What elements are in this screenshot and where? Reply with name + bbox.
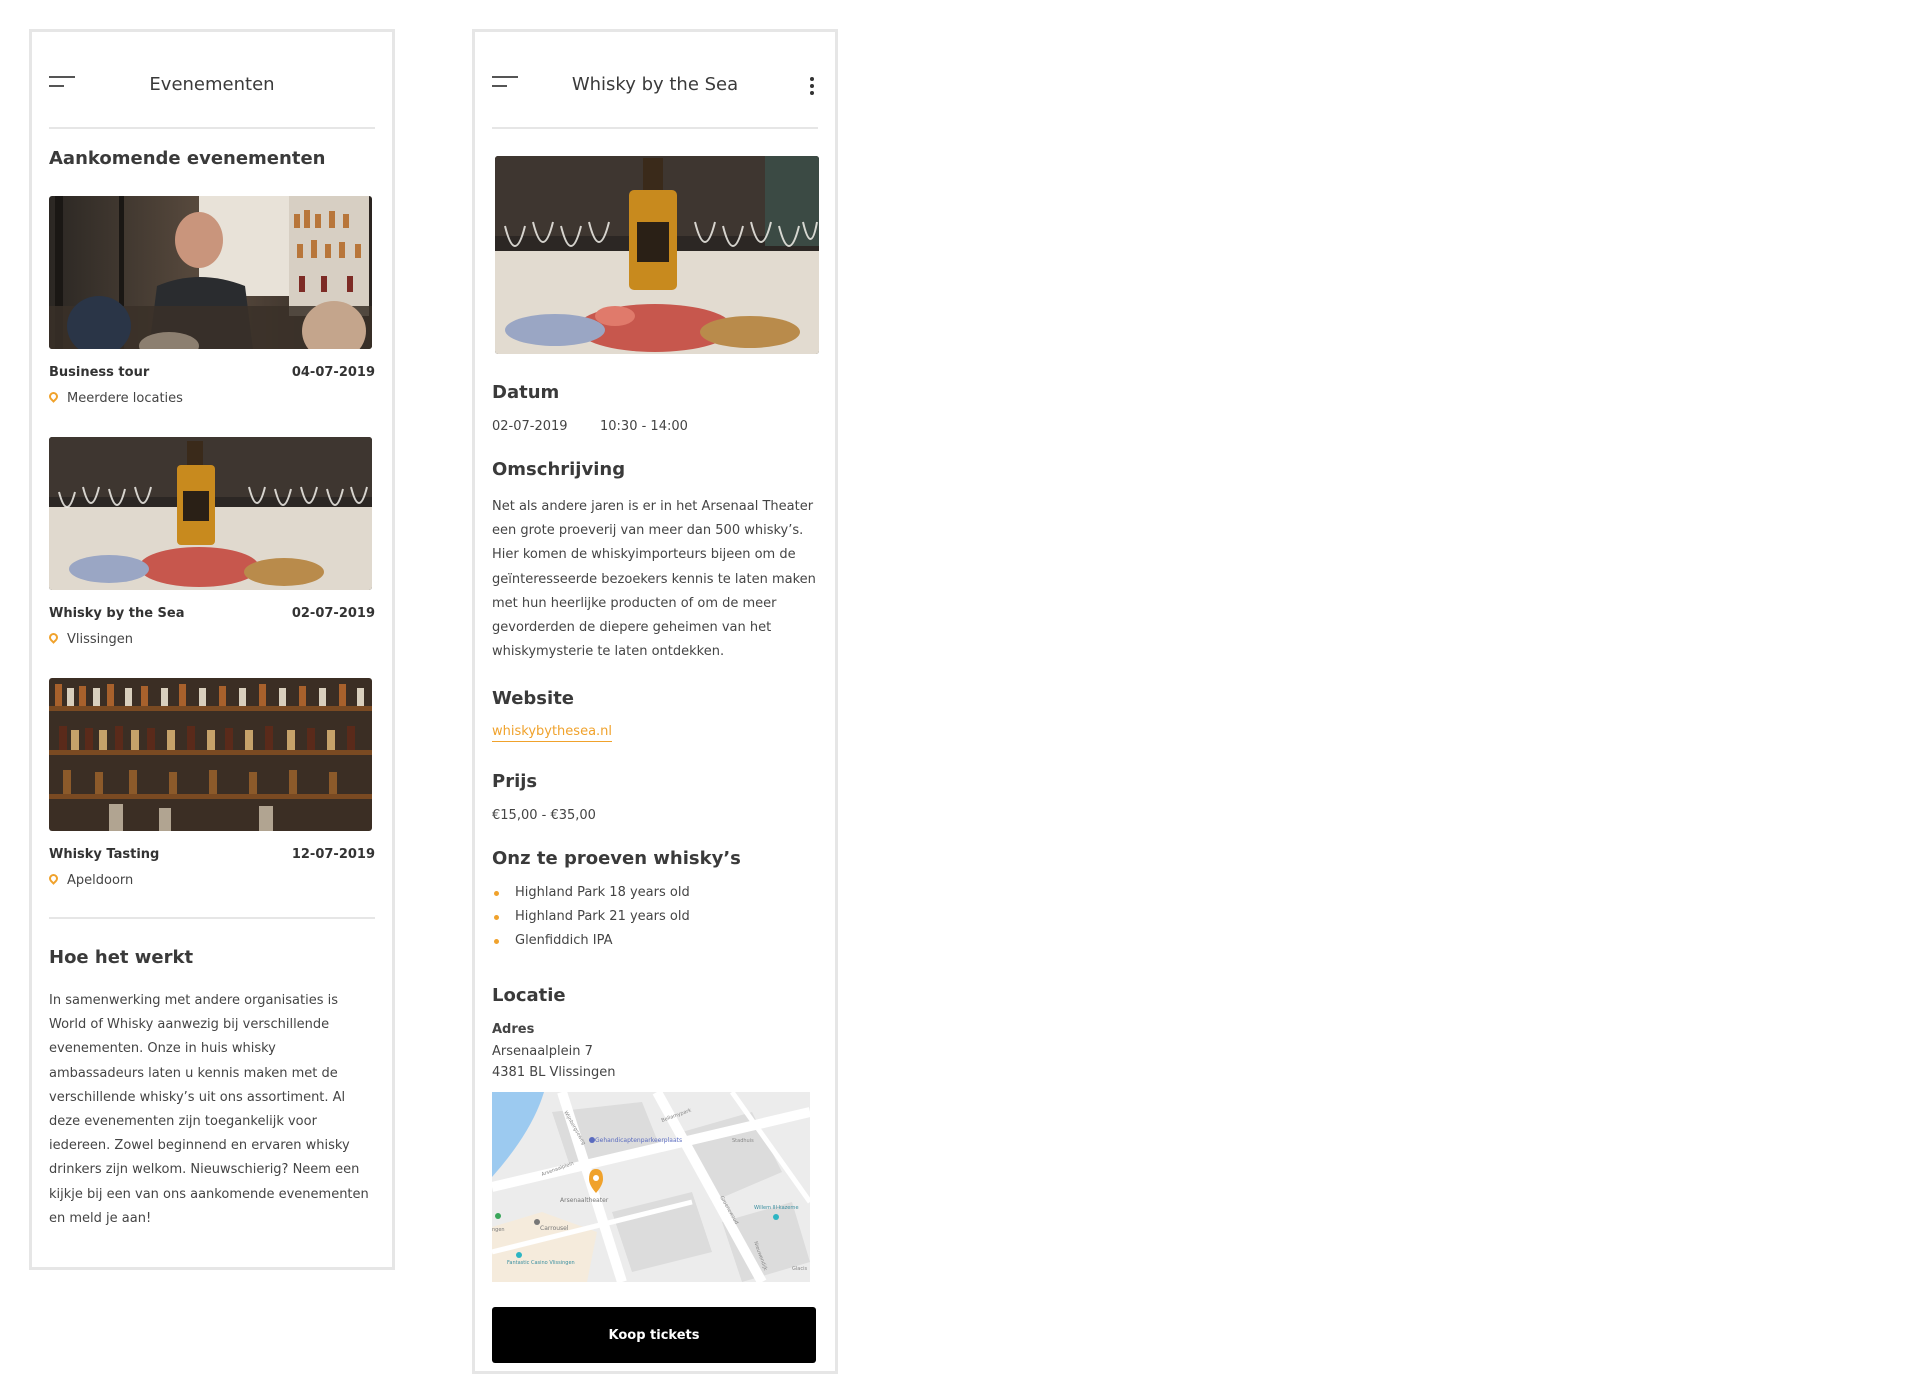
address-line-2: 4381 BL Vlissingen [492,1065,616,1080]
whisky-list-item: Glenfiddich IPA [492,933,690,957]
event-location-text: Meerdere locaties [67,391,183,406]
map-label-carrousel: Carrousel [540,1225,569,1232]
map-graphic: Gehandicaptenparkeerplaats Arsenaaltheat… [492,1092,810,1282]
location-pin-icon [47,390,60,403]
event-photo [49,196,372,349]
map-label-kazerne: Willem III-kazerne [754,1205,799,1211]
event-photo [49,437,372,590]
location-heading: Locatie [492,985,566,1006]
more-options-icon[interactable] [806,75,818,97]
event-name[interactable]: Business tour [49,365,149,380]
whisky-list-item: Highland Park 18 years old [492,885,690,909]
event-image-whisky-by-the-sea[interactable] [49,437,372,590]
address-label: Adres [492,1022,535,1037]
page-title: Evenementen [149,74,275,95]
event-time: 10:30 - 14:00 [600,419,688,434]
event-image-whisky-tasting[interactable] [49,678,372,831]
event-image-business-tour[interactable] [49,196,372,349]
location-map[interactable]: Gehandicaptenparkeerplaats Arsenaaltheat… [492,1092,810,1282]
date-heading: Datum [492,382,560,403]
whisky-list-item: Highland Park 21 years old [492,909,690,933]
event-photo [49,678,372,831]
event-location: Vlissingen [47,631,134,647]
whisky-list: Highland Park 18 years old Highland Park… [492,885,690,957]
event-date: 12-07-2019 [291,847,375,862]
event-hero-image [495,156,819,354]
page-title: Whisky by the Sea [571,74,739,95]
event-photo [495,156,819,354]
map-label-casino: Fantastic Casino Vlissingen [507,1260,575,1266]
event-detail-screen: Whisky by the Sea Datum 02-07-2019 10:30… [472,29,838,1374]
event-date: 02-07-2019 [492,419,568,434]
location-pin-icon [47,631,60,644]
event-location-text: Apeldoorn [67,873,134,888]
price-value: €15,00 - €35,00 [492,808,596,823]
website-heading: Website [492,688,575,709]
location-pin-icon [47,872,60,885]
top-bar: Evenementen [49,32,375,129]
event-date: 04-07-2019 [291,365,375,380]
map-label-parking: Gehandicaptenparkeerplaats [595,1137,682,1144]
event-location-text: Vlissingen [67,632,134,647]
map-street-label: Glacis [792,1266,807,1272]
events-list-screen: Evenementen Aankomende evenementen Busin… [29,29,395,1270]
how-it-works-text: In samenwerking met andere organisaties … [49,993,369,1226]
event-name[interactable]: Whisky by the Sea [49,606,185,621]
event-date: 02-07-2019 [291,606,375,621]
buy-tickets-button[interactable]: Koop tickets [492,1307,816,1363]
event-location: Meerdere locaties [47,390,183,406]
whiskies-heading: Onz te proeven whisky’s [492,848,741,869]
price-heading: Prijs [492,771,538,792]
event-location: Apeldoorn [47,872,134,888]
map-street-label: Stadhuis [732,1138,754,1144]
event-name[interactable]: Whisky Tasting [49,847,159,862]
top-bar: Whisky by the Sea [492,32,818,129]
website-link[interactable]: whiskybythesea.nl [492,724,613,742]
description-text: Net als andere jaren is er in het Arsena… [492,499,816,660]
map-label-edge: ngen [492,1227,505,1233]
map-label-theater: Arsenaaltheater [560,1197,609,1204]
how-it-works-heading: Hoe het werkt [49,947,194,968]
upcoming-events-heading: Aankomende evenementen [49,148,326,169]
address-line-1: Arsenaalplein 7 [492,1044,593,1059]
section-divider [49,917,375,919]
description-heading: Omschrijving [492,459,626,480]
